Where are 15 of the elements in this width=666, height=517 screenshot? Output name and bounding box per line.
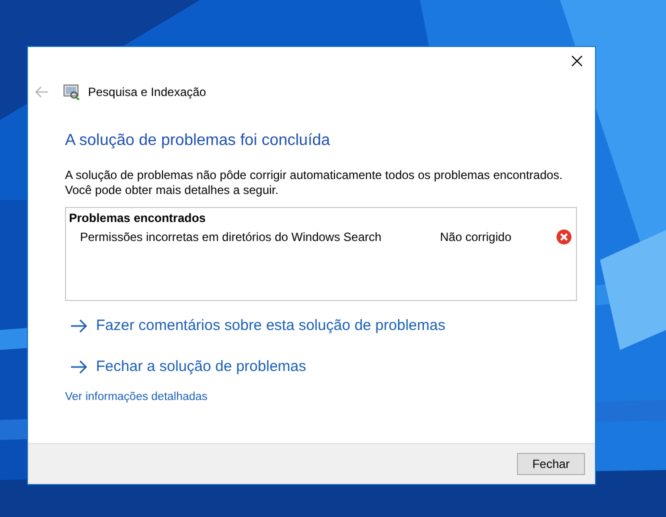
arrow-icon [70,360,88,374]
window-title: Pesquisa e Indexação [88,85,206,99]
task-link[interactable]: Fazer comentários sobre esta solução de problemas [70,317,446,334]
close-button[interactable] [569,53,585,69]
arrow-icon [70,318,88,332]
close-dialog-button[interactable]: Fechar [517,453,585,475]
problems-heading: Problemas encontrados [69,210,207,226]
close-icon [569,53,585,69]
problem-name: Permissões incorretas em diretórios do Windows Search [80,230,382,244]
search-indexing-icon [63,84,80,100]
result-message: A solução de problemas não pôde corrigir automaticamente todos os problemas encontrados. Você pode obter mais detalhes a seguir. [65,168,564,198]
problem-status: Não corrigido [440,230,512,244]
status-heading: A solução de problemas foi concluída [65,131,332,151]
details-link[interactable]: Ver informações detalhadas [65,391,208,403]
task-link[interactable]: Fechar a solução de problemas [70,358,306,375]
